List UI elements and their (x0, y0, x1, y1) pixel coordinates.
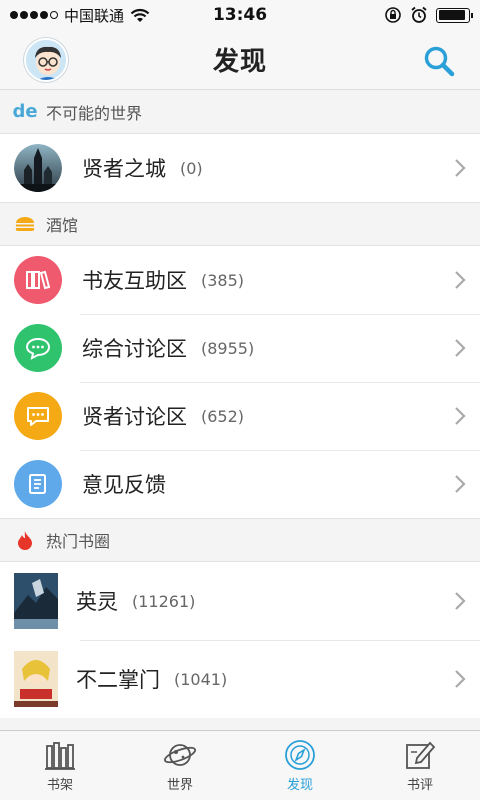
status-left: 中国联通 (10, 5, 150, 26)
books-icon (14, 256, 62, 304)
item-count: (8955) (201, 338, 255, 358)
tab-label: 世界 (166, 778, 193, 793)
flame-icon (14, 529, 36, 551)
world-list: 贤者之城 (0) (0, 134, 480, 202)
chevron-right-icon (455, 339, 466, 357)
item-count: (385) (201, 270, 245, 290)
list-item-sage[interactable]: 贤者讨论区 (652) (0, 382, 480, 450)
tab-label: 书架 (46, 778, 73, 793)
avatar-face-icon (26, 40, 66, 80)
item-label: 不二掌门 (76, 668, 160, 692)
message-icon (14, 392, 62, 440)
tab-label: 书评 (406, 778, 433, 793)
list-item-book[interactable]: 英灵 (11261) (0, 562, 480, 640)
chevron-right-icon (455, 475, 466, 493)
list-item-help[interactable]: 书友互助区 (385) (0, 246, 480, 314)
item-label: 贤者之城 (82, 157, 166, 181)
wifi-icon (130, 8, 150, 22)
battery-icon (436, 7, 473, 23)
chat-bubble-icon (14, 324, 62, 372)
search-icon[interactable] (422, 44, 456, 78)
section-title: 酒馆 (46, 216, 79, 235)
burger-icon (14, 213, 36, 235)
book-cover-image (14, 573, 58, 629)
section-title: 热门书圈 (46, 532, 111, 551)
list-item-general[interactable]: 综合讨论区 (8955) (0, 314, 480, 382)
list-item-world[interactable]: 贤者之城 (0) (0, 134, 480, 202)
status-right (384, 6, 473, 24)
chevron-right-icon (455, 592, 466, 610)
item-label: 书友互助区 (82, 269, 187, 293)
item-count: (0) (180, 158, 203, 178)
chevron-right-icon (455, 159, 466, 177)
tavern-list: 书友互助区 (385) 综合讨论区 (8955) 贤者讨论区 (652) 意见反… (0, 246, 480, 518)
item-label: 意见反馈 (82, 473, 166, 497)
item-count: (11261) (132, 591, 196, 611)
nav-header: 发现 (0, 30, 480, 90)
tab-label: 发现 (286, 778, 313, 793)
alarm-icon (411, 6, 427, 23)
document-icon (14, 460, 62, 508)
item-label: 综合讨论区 (82, 337, 187, 361)
tab-bookshelf[interactable]: 书架 (0, 731, 120, 800)
list-item-feedback[interactable]: 意见反馈 (0, 450, 480, 518)
section-header-world: de 不可能的世界 (0, 90, 480, 134)
list-item-book[interactable]: 不二掌门 (1041) (0, 640, 480, 718)
compass-icon (285, 740, 315, 770)
signal-dots-icon (10, 11, 58, 19)
item-label: 贤者讨论区 (82, 405, 187, 429)
page-title: 发现 (212, 47, 267, 77)
avatar[interactable] (24, 38, 68, 82)
item-count: (1041) (174, 669, 228, 689)
chevron-right-icon (455, 407, 466, 425)
tab-world[interactable]: 世界 (120, 731, 240, 800)
planet-icon (163, 744, 197, 766)
item-label: 英灵 (76, 590, 118, 614)
carrier-label: 中国联通 (64, 6, 125, 25)
section-header-tavern: 酒馆 (0, 202, 480, 246)
chevron-right-icon (455, 271, 466, 289)
tab-bar: 书架 世界 发现 书评 (0, 730, 480, 800)
hot-list: 英灵 (11261) 不二掌门 (1041) (0, 562, 480, 718)
status-bar: 中国联通 13:46 (0, 0, 480, 30)
chevron-right-icon (455, 670, 466, 688)
item-count: (652) (201, 406, 245, 426)
castle-image-icon (14, 144, 62, 192)
bookshelf-icon (45, 742, 75, 770)
world-thumbnail (14, 144, 62, 192)
tab-discover[interactable]: 发现 (240, 731, 360, 800)
pen-icon (406, 741, 436, 769)
tab-review[interactable]: 书评 (360, 731, 480, 800)
de-logo-icon: de (12, 101, 38, 122)
section-title: 不可能的世界 (46, 103, 143, 123)
section-header-hot: 热门书圈 (0, 518, 480, 562)
rotation-lock-icon (385, 7, 401, 23)
book-cover-image (14, 651, 58, 707)
